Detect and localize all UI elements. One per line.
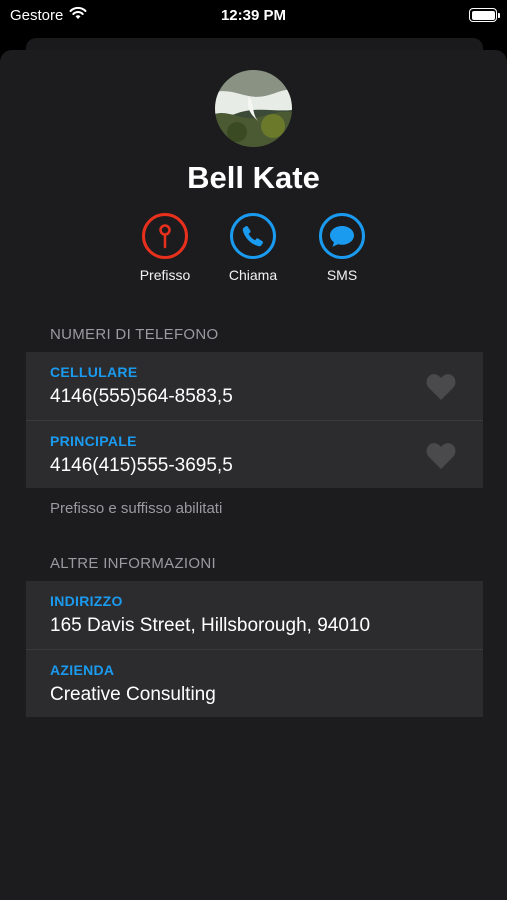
phone-icon (230, 213, 276, 259)
phone-type-label: PRINCIPALE (50, 433, 137, 449)
pin-icon (142, 213, 188, 259)
carrier-name: Gestore (10, 6, 64, 24)
address-value: 165 Davis Street, Hillsborough, 94010 (50, 615, 371, 636)
company-value: Creative Consulting (50, 684, 216, 705)
phone-number: 4146(415)555-3695,5 (50, 455, 233, 476)
call-label: Chiama (228, 267, 278, 283)
favorite-heart-icon[interactable] (425, 441, 457, 471)
battery-icon (469, 8, 500, 22)
action-bar: Prefisso Chiama SMS (0, 213, 507, 293)
phone-type-label: CELLULARE (50, 364, 138, 380)
status-bar: Gestore 12:39 PM (0, 0, 507, 30)
prefix-suffix-note: Prefisso e suffisso abilitati (50, 500, 223, 517)
phone-number: 4146(555)564-8583,5 (50, 386, 233, 407)
prefix-button[interactable]: Prefisso (125, 213, 205, 283)
contact-name: Bell Kate (187, 160, 320, 195)
battery-level (471, 10, 495, 20)
avatar (215, 70, 292, 147)
address-label: INDIRIZZO (50, 593, 123, 609)
wifi-icon (69, 6, 87, 24)
prefix-label: Prefisso (139, 267, 191, 283)
info-section-header: ALTRE INFORMAZIONI (50, 555, 216, 572)
message-bubble-icon (319, 213, 365, 259)
sms-label: SMS (326, 267, 358, 283)
company-label: AZIENDA (50, 662, 115, 678)
sms-button[interactable]: SMS (302, 213, 382, 283)
phone-row-main[interactable]: PRINCIPALE 4146(415)555-3695,5 (26, 420, 483, 488)
phone-section-header: NUMERI DI TELEFONO (50, 326, 219, 343)
other-info-group: INDIRIZZO 165 Davis Street, Hillsborough… (26, 581, 483, 717)
status-left: Gestore (10, 6, 87, 24)
phone-row-mobile[interactable]: CELLULARE 4146(555)564-8583,5 (26, 352, 483, 420)
company-row[interactable]: AZIENDA Creative Consulting (26, 649, 483, 717)
phone-numbers-group: CELLULARE 4146(555)564-8583,5 PRINCIPALE… (26, 352, 483, 488)
favorite-heart-icon[interactable] (425, 372, 457, 402)
contact-detail-sheet: Bell Kate Prefisso Chiama SMS NUMERI DI … (0, 50, 507, 900)
address-row[interactable]: INDIRIZZO 165 Davis Street, Hillsborough… (26, 581, 483, 649)
call-button[interactable]: Chiama (213, 213, 293, 283)
